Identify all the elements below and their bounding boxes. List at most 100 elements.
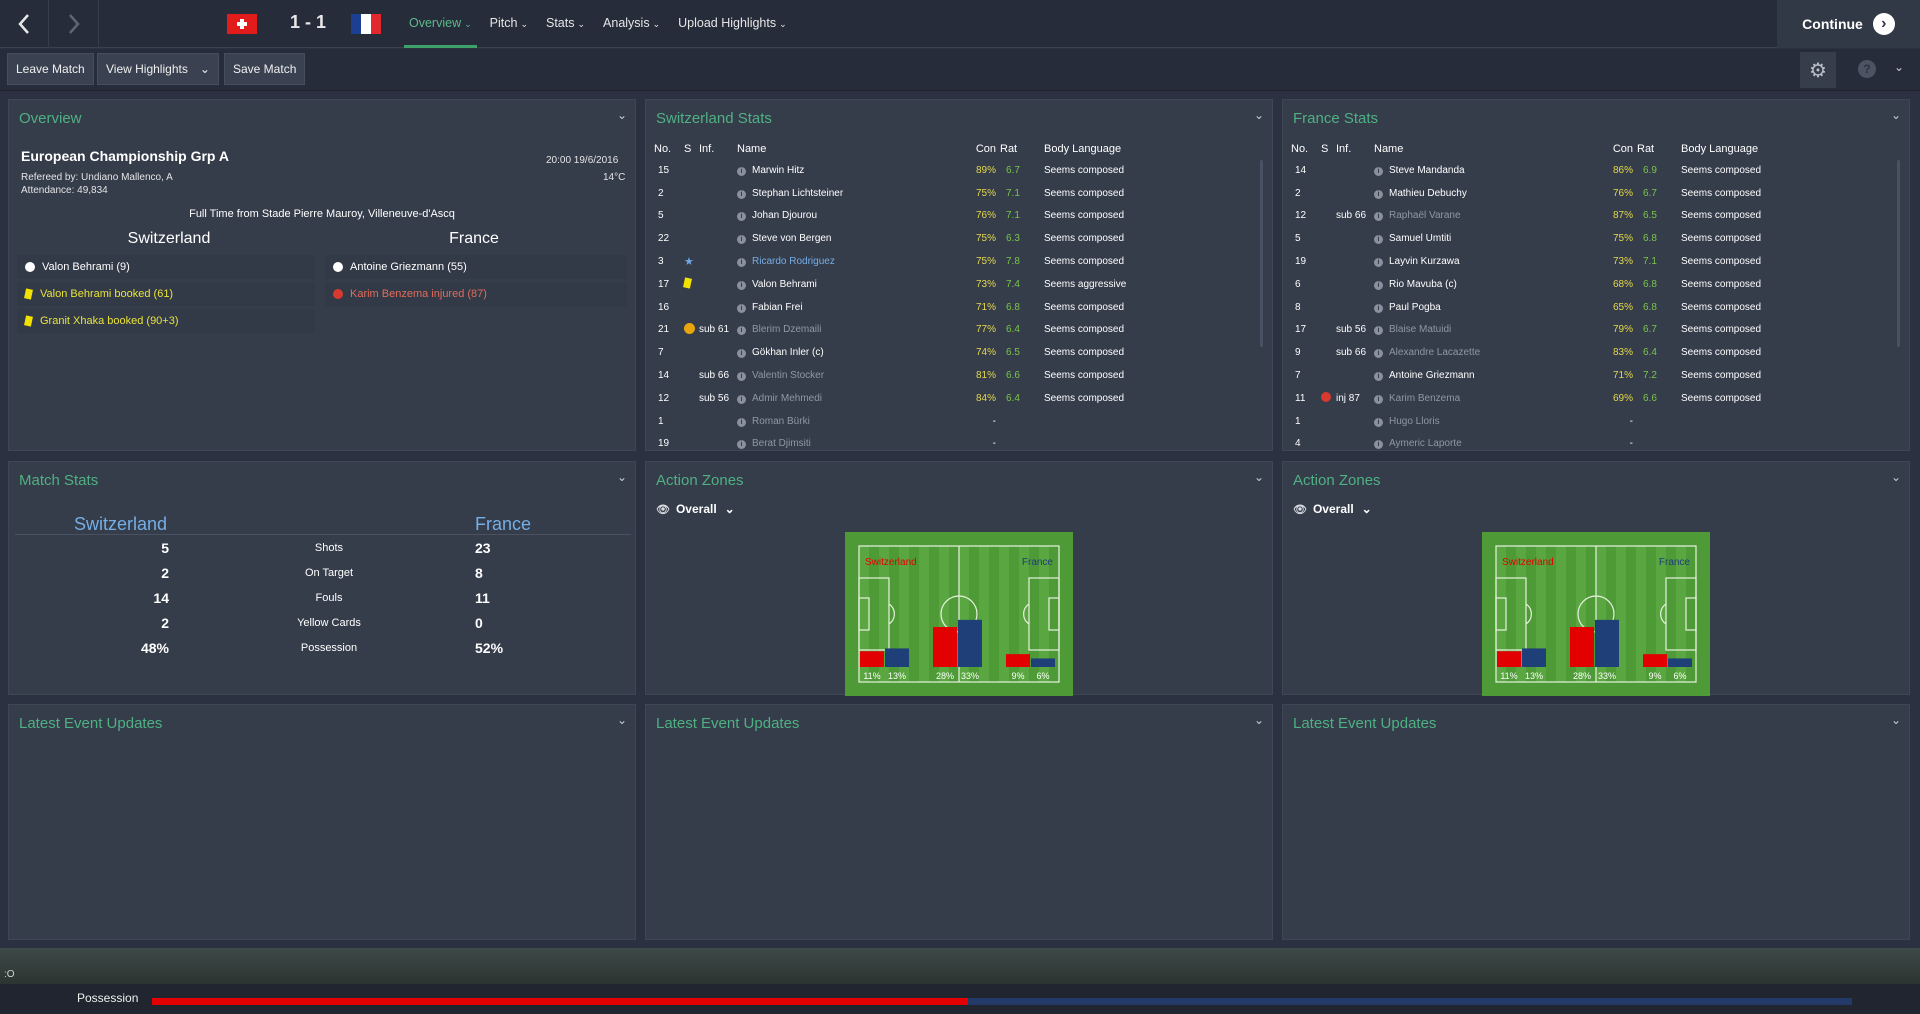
player-name-cell[interactable]: i Layvin Kurzawa bbox=[1374, 250, 1597, 273]
table-row[interactable]: 6 i Rio Mavuba (c) 68% 6.8 Seems composed bbox=[1291, 273, 1871, 296]
info-icon[interactable]: i bbox=[737, 189, 746, 199]
info-icon[interactable]: i bbox=[737, 212, 746, 222]
info-icon[interactable]: i bbox=[737, 326, 746, 336]
player-name-cell[interactable]: i Karim Benzema bbox=[1374, 387, 1597, 410]
column-header[interactable]: No. bbox=[1291, 139, 1321, 159]
gear-icon[interactable]: ⚙ bbox=[1800, 52, 1836, 88]
player-name-cell[interactable]: i Aymeric Laporte bbox=[1374, 433, 1597, 449]
table-row[interactable]: 17 i Valon Behrami 73% 7.4 Seems aggressive bbox=[654, 273, 1234, 296]
info-icon[interactable]: i bbox=[737, 235, 746, 245]
chevron-down-icon[interactable]: ⌄ bbox=[617, 108, 627, 122]
table-row[interactable]: 17 sub 56 i Blaise Matuidi 79% 6.7 Seems compo… bbox=[1291, 319, 1871, 342]
scrollbar[interactable] bbox=[1260, 160, 1263, 347]
player-name-cell[interactable]: i Paul Pogba bbox=[1374, 296, 1597, 319]
info-icon[interactable]: i bbox=[1374, 349, 1383, 359]
column-header[interactable]: Rat bbox=[1637, 139, 1671, 159]
table-row[interactable]: 1 i Hugo Lloris - bbox=[1291, 410, 1871, 433]
chevron-down-icon[interactable]: ⌄ bbox=[1254, 470, 1264, 484]
tab-overview[interactable]: Overview ⌄ bbox=[400, 0, 481, 48]
chevron-down-icon[interactable]: ⌄ bbox=[1254, 108, 1264, 122]
action-zones-filter[interactable]: 👁 Overall ⌄ bbox=[656, 502, 735, 516]
view-highlights-button[interactable]: View Highlights ⌄ bbox=[97, 53, 219, 85]
tab-pitch[interactable]: Pitch ⌄ bbox=[481, 0, 537, 48]
table-row[interactable]: 5 i Samuel Umtiti 75% 6.8 Seems composed bbox=[1291, 227, 1871, 250]
table-row[interactable]: 7 i Gökhan Inler (c) 74% 6.5 Seems composed bbox=[654, 341, 1234, 364]
info-icon[interactable]: i bbox=[1374, 303, 1383, 313]
column-header[interactable]: No. bbox=[654, 139, 684, 159]
player-name-cell[interactable]: i Berat Djimsiti bbox=[737, 433, 960, 449]
action-zones-filter[interactable]: 👁 Overall ⌄ bbox=[1293, 502, 1372, 516]
info-icon[interactable]: i bbox=[737, 417, 746, 427]
chevron-down-icon[interactable]: ⌄ bbox=[1894, 60, 1904, 74]
table-row[interactable]: 2 i Stephan Lichtsteiner 75% 7.1 Seems compos… bbox=[654, 182, 1234, 205]
info-icon[interactable]: i bbox=[737, 440, 746, 449]
info-icon[interactable]: i bbox=[1374, 189, 1383, 199]
chevron-down-icon[interactable]: ⌄ bbox=[1891, 108, 1901, 122]
player-name-cell[interactable]: i Marwin Hitz bbox=[737, 159, 960, 182]
player-name-cell[interactable]: i Fabian Frei bbox=[737, 296, 960, 319]
column-header[interactable]: Body Language bbox=[1034, 139, 1234, 159]
player-name-cell[interactable]: i Alexandre Lacazette bbox=[1374, 341, 1597, 364]
table-row[interactable]: 8 i Paul Pogba 65% 6.8 Seems composed bbox=[1291, 296, 1871, 319]
table-row[interactable]: 3 ★ i Ricardo Rodriguez 75% 7.8 Seems composed bbox=[654, 250, 1234, 273]
player-name-cell[interactable]: i Roman Bürki bbox=[737, 410, 960, 433]
column-header[interactable]: Inf. bbox=[1336, 139, 1374, 159]
table-row[interactable]: 1 i Roman Bürki - bbox=[654, 410, 1234, 433]
table-row[interactable]: 4 i Aymeric Laporte - bbox=[1291, 433, 1871, 449]
table-row[interactable]: 9 sub 66 i Alexandre Lacazette 83% 6.4 Seems c… bbox=[1291, 341, 1871, 364]
table-row[interactable]: 5 i Johan Djourou 76% 7.1 Seems composed bbox=[654, 205, 1234, 228]
info-icon[interactable]: i bbox=[1374, 326, 1383, 336]
chevron-down-icon[interactable]: ⌄ bbox=[1891, 713, 1901, 727]
table-row[interactable]: 14 sub 66 i Valentin Stocker 81% 6.6 Seems com… bbox=[654, 364, 1234, 387]
player-name-cell[interactable]: i Mathieu Debuchy bbox=[1374, 182, 1597, 205]
table-row[interactable]: 14 i Steve Mandanda 86% 6.9 Seems composed bbox=[1291, 159, 1871, 182]
column-header[interactable]: Rat bbox=[1000, 139, 1034, 159]
chevron-down-icon[interactable]: ⌄ bbox=[1891, 470, 1901, 484]
table-row[interactable]: 12 sub 66 i Raphaël Varane 87% 6.5 Seems compo… bbox=[1291, 205, 1871, 228]
chevron-down-icon[interactable]: ⌄ bbox=[617, 713, 627, 727]
player-name-cell[interactable]: i Antoine Griezmann bbox=[1374, 364, 1597, 387]
info-icon[interactable]: i bbox=[737, 394, 746, 404]
player-name-cell[interactable]: i Blerim Dzemaili bbox=[737, 319, 960, 342]
chevron-down-icon[interactable]: ⌄ bbox=[617, 470, 627, 484]
player-name-cell[interactable]: i Blaise Matuidi bbox=[1374, 319, 1597, 342]
help-icon[interactable]: ? bbox=[1858, 60, 1876, 78]
tab-analysis[interactable]: Analysis ⌄ bbox=[594, 0, 669, 48]
table-row[interactable]: 2 i Mathieu Debuchy 76% 6.7 Seems composed bbox=[1291, 182, 1871, 205]
info-icon[interactable]: i bbox=[737, 303, 746, 313]
player-name-cell[interactable]: i Stephan Lichtsteiner bbox=[737, 182, 960, 205]
player-name-cell[interactable]: i Ricardo Rodriguez bbox=[737, 250, 960, 273]
player-name-cell[interactable]: i Steve Mandanda bbox=[1374, 159, 1597, 182]
table-row[interactable]: 22 i Steve von Bergen 75% 6.3 Seems composed bbox=[654, 227, 1234, 250]
column-header[interactable]: S bbox=[1321, 139, 1336, 159]
player-name-cell[interactable]: i Hugo Lloris bbox=[1374, 410, 1597, 433]
table-row[interactable]: 16 i Fabian Frei 71% 6.8 Seems composed bbox=[654, 296, 1234, 319]
save-match-button[interactable]: Save Match bbox=[224, 53, 306, 85]
player-name-cell[interactable]: i Samuel Umtiti bbox=[1374, 227, 1597, 250]
tab-upload-highlights[interactable]: Upload Highlights ⌄ bbox=[669, 0, 796, 48]
info-icon[interactable]: i bbox=[737, 258, 746, 268]
table-row[interactable]: 15 i Marwin Hitz 89% 6.7 Seems composed bbox=[654, 159, 1234, 182]
column-header[interactable]: Inf. bbox=[699, 139, 737, 159]
info-icon[interactable]: i bbox=[1374, 280, 1383, 290]
player-name-cell[interactable]: i Gökhan Inler (c) bbox=[737, 341, 960, 364]
forward-button[interactable] bbox=[50, 0, 99, 48]
leave-match-button[interactable]: Leave Match bbox=[7, 53, 94, 85]
info-icon[interactable]: i bbox=[1374, 166, 1383, 176]
info-icon[interactable]: i bbox=[737, 166, 746, 176]
back-button[interactable] bbox=[0, 0, 49, 48]
info-icon[interactable]: i bbox=[1374, 440, 1383, 449]
column-header[interactable]: Name bbox=[737, 139, 960, 159]
table-row[interactable]: 7 i Antoine Griezmann 71% 7.2 Seems composed bbox=[1291, 364, 1871, 387]
info-icon[interactable]: i bbox=[737, 349, 746, 359]
info-icon[interactable]: i bbox=[1374, 258, 1383, 268]
player-name-cell[interactable]: i Johan Djourou bbox=[737, 205, 960, 228]
player-name-cell[interactable]: i Raphaël Varane bbox=[1374, 205, 1597, 228]
player-name-cell[interactable]: i Admir Mehmedi bbox=[737, 387, 960, 410]
info-icon[interactable]: i bbox=[1374, 212, 1383, 222]
scrollbar[interactable] bbox=[1897, 160, 1900, 347]
player-name-cell[interactable]: i Valon Behrami bbox=[737, 273, 960, 296]
column-header[interactable]: S bbox=[684, 139, 699, 159]
player-name-cell[interactable]: i Steve von Bergen bbox=[737, 227, 960, 250]
table-row[interactable]: 21 sub 61 i Blerim Dzemaili 77% 6.4 Seems comp… bbox=[654, 319, 1234, 342]
